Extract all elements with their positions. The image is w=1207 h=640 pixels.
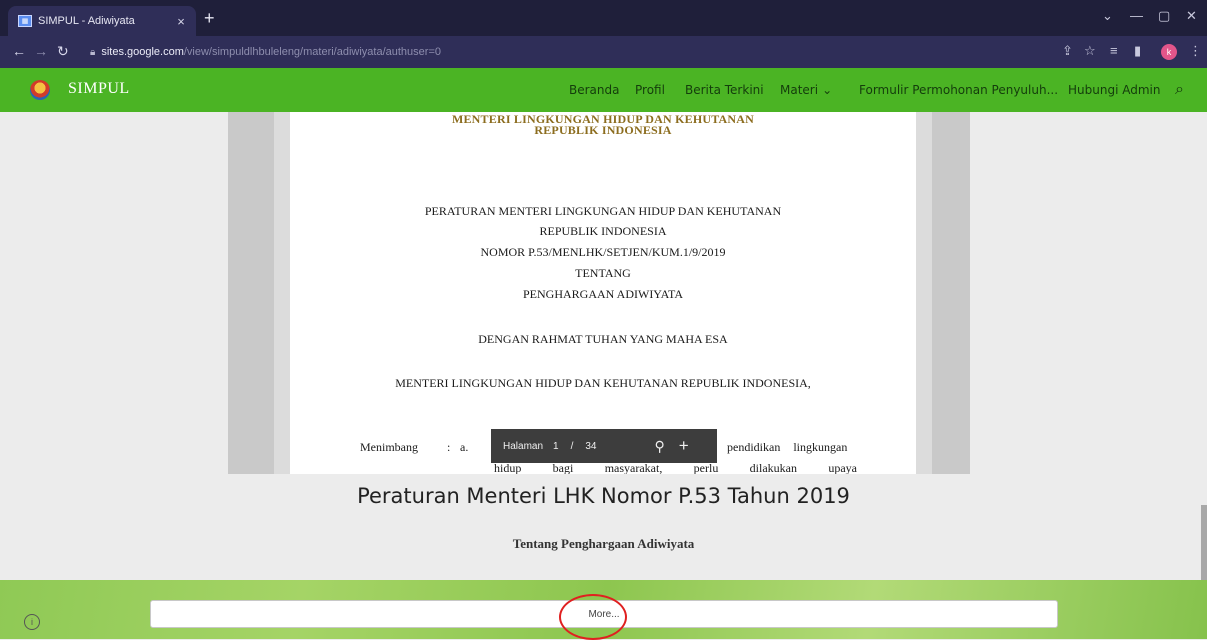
profile-avatar[interactable]: k [1161,44,1177,60]
browser-tab[interactable]: ▦ SIMPUL - Adiwiyata × [8,6,196,36]
doc-menimbang-sep: : [447,440,451,454]
url-path: /view/simpuldlhbuleleng/materi/adiwiyata… [183,46,441,58]
site-favicon-icon: ▦ [18,15,32,27]
browser-titlebar: ▦ SIMPUL - Adiwiyata × + ⌄ — ▢ ✕ [0,0,1207,36]
doc-clause-line1: pendidikan lingkungan [727,440,848,454]
back-icon[interactable]: ← [12,43,26,59]
page-label: Halaman [503,440,544,452]
share-icon[interactable]: ⇪ [1062,43,1073,59]
page-separator: / [570,440,574,452]
maximize-icon[interactable]: ▢ [1158,8,1170,24]
address-bar[interactable]: 🔒︎ sites.google.com /view/simpuldlhbulel… [90,41,1180,63]
doc-body-line: PENGHARGAAN ADIWIYATA [522,287,684,301]
browser-menu-icon[interactable]: ⋮ [1189,43,1202,59]
site-name[interactable]: SIMPUL [68,80,130,98]
pdf-page: MENTERI LINGKUNGAN HIDUP DAN KEHUTANAN R… [290,112,916,474]
nav-hubungi-admin[interactable]: Hubungi Admin [1068,68,1160,112]
lock-icon: 🔒︎ [90,46,96,58]
annotation-circle [559,594,627,640]
doc-minister: MENTERI LINGKUNGAN HIDUP DAN KEHUTANAN R… [395,376,811,390]
page-shadow-left [274,112,290,474]
forward-icon[interactable]: → [34,43,48,59]
nav-materi[interactable]: Materi ⌄ [780,68,832,112]
site-logo-icon[interactable] [30,80,50,100]
info-icon[interactable]: i [24,614,40,630]
nav-berita-terkini[interactable]: Berita Terkini [685,68,764,112]
nav-formulir[interactable]: Formulir Permohonan Penyuluh... [859,68,1058,112]
side-panel-icon[interactable]: ▮ [1134,43,1141,59]
chevron-down-icon: ⌄ [822,83,833,97]
reload-icon[interactable]: ↻ [57,43,69,60]
scrollbar-thumb[interactable] [1201,505,1207,580]
zoom-out-icon[interactable]: ⚲ [655,438,665,455]
page-current-input[interactable]: 1 [553,441,559,452]
page-title: Peraturan Menteri LHK Nomor P.53 Tahun 2… [357,484,850,508]
doc-grace: DENGAN RAHMAT TUHAN YANG MAHA ESA [478,332,728,346]
doc-body-line: NOMOR P.53/MENLHK/SETJEN/KUM.1/9/2019 [480,245,726,259]
pdf-viewer[interactable]: MENTERI LINGKUNGAN HIDUP DAN KEHUTANAN R… [228,112,970,474]
doc-body-line: TENTANG [575,266,631,280]
search-icon[interactable]: ⌕ [1175,81,1184,99]
reading-list-icon[interactable]: ≡ [1110,43,1118,58]
page-subtitle: Tentang Penghargaan Adiwiyata [512,536,695,551]
zoom-in-icon[interactable]: + [679,436,689,456]
doc-menimbang-label: Menimbang [360,440,418,454]
doc-body-line: PERATURAN MENTERI LINGKUNGAN HIDUP DAN K… [424,204,782,218]
close-window-icon[interactable]: ✕ [1186,8,1197,24]
tab-close-icon[interactable]: × [172,14,190,29]
bookmark-star-icon[interactable]: ☆ [1084,43,1096,59]
tab-search-icon[interactable]: ⌄ [1102,8,1113,24]
url-host: sites.google.com [101,46,184,58]
site-header: SIMPUL Beranda Profil Berita Terkini Mat… [0,68,1207,112]
doc-menimbang-item: a. [460,440,469,454]
minimize-icon[interactable]: — [1130,8,1143,23]
nav-beranda[interactable]: Beranda [569,68,619,112]
tab-title: SIMPUL - Adiwiyata [38,15,135,27]
new-tab-icon[interactable]: + [204,9,215,27]
page-shadow-right [916,112,932,474]
nav-profil[interactable]: Profil [635,68,665,112]
page-total: 34 [585,440,597,452]
pdf-page-toolbar: Halaman 1 / 34 ⚲ + [491,429,717,463]
doc-body-line: REPUBLIK INDONESIA [539,224,667,238]
doc-header-line2: REPUBLIK INDONESIA [534,123,672,137]
browser-toolbar: ← → ↻ 🔒︎ sites.google.com /view/simpuldl… [0,36,1207,68]
